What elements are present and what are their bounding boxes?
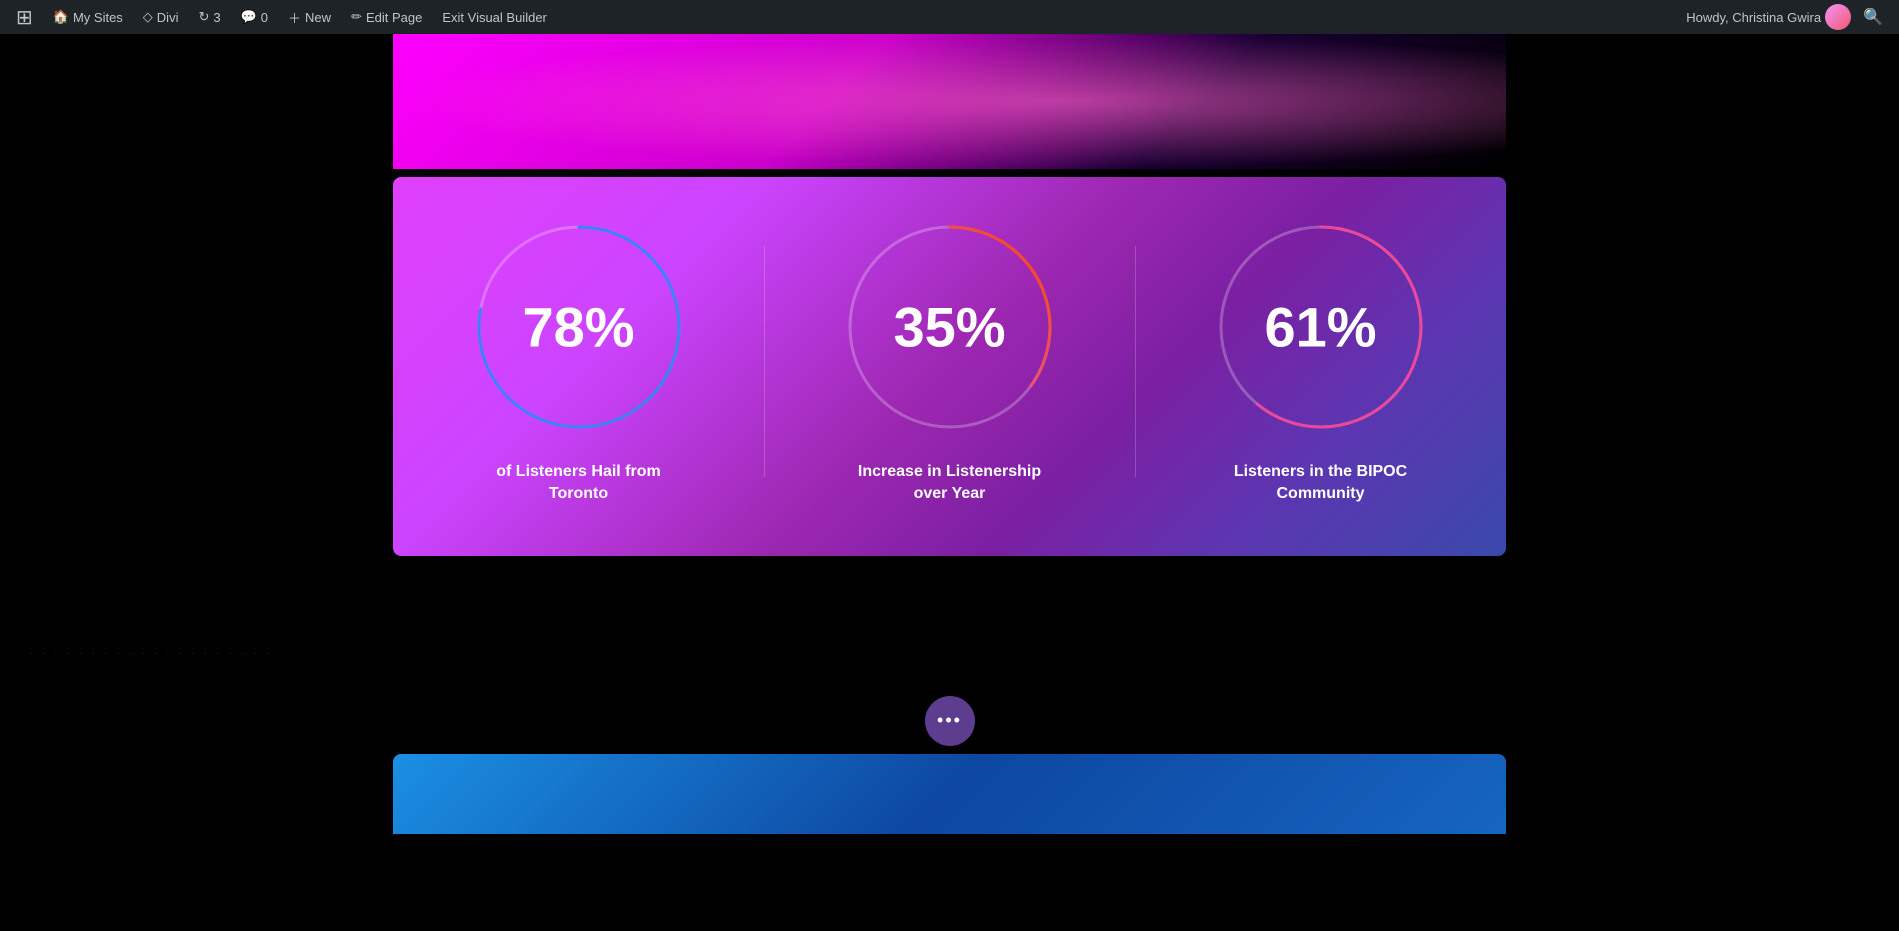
edit-page-label: Edit Page: [366, 10, 422, 25]
my-sites-icon: 🏠: [53, 9, 69, 25]
stat-item-listenership: 35% Increase in Listenership over Year: [764, 217, 1135, 506]
stat-label-bipoc: Listeners in the BIPOC Community: [1221, 461, 1421, 506]
dots-decoration: . . . . . . . . . . . . . . . . . . . .: [30, 647, 273, 656]
howdy-text: Howdy, Christina Gwira: [1686, 10, 1821, 25]
floating-dots-label: •••: [937, 710, 962, 731]
stat-label-toronto: of Listeners Hail from Toronto: [479, 461, 679, 506]
my-sites-label: My Sites: [73, 10, 123, 25]
stat-value-listenership: 35%: [893, 295, 1005, 360]
stat-item-toronto: 78% of Listeners Hail from Toronto: [393, 217, 764, 506]
circle-listenership: 35%: [840, 217, 1060, 437]
stats-section: 78% of Listeners Hail from Toronto: [393, 177, 1506, 556]
comments-link[interactable]: 💬 0: [233, 0, 276, 34]
updates-count: 3: [213, 10, 220, 25]
hero-image: [393, 34, 1506, 169]
admin-bar: ⊞ 🏠 My Sites ◇ Divi ↻ 3 💬 0 ＋ New ✏ Edit…: [0, 0, 1899, 34]
wordpress-logo-icon[interactable]: ⊞: [8, 5, 41, 30]
plus-icon: ＋: [288, 8, 301, 27]
stat-value-toronto: 78%: [522, 295, 634, 360]
floating-dots-container: •••: [0, 686, 1899, 756]
updates-icon: ↻: [198, 9, 209, 25]
bottom-section: [393, 754, 1506, 834]
new-label: New: [305, 10, 331, 25]
edit-icon: ✏: [351, 9, 362, 25]
divi-link[interactable]: ◇ Divi: [135, 0, 187, 34]
floating-dots-button[interactable]: •••: [925, 696, 975, 746]
divi-label: Divi: [157, 10, 179, 25]
circle-bipoc: 61%: [1211, 217, 1431, 437]
stat-item-bipoc: 61% Listeners in the BIPOC Community: [1135, 217, 1506, 506]
new-link[interactable]: ＋ New: [280, 0, 339, 34]
updates-link[interactable]: ↻ 3: [190, 0, 228, 34]
search-icon[interactable]: 🔍: [1855, 0, 1891, 34]
comments-icon: 💬: [241, 9, 257, 25]
my-sites-link[interactable]: 🏠 My Sites: [45, 0, 131, 34]
circle-toronto: 78%: [469, 217, 689, 437]
exit-visual-builder-link[interactable]: Exit Visual Builder: [434, 0, 555, 34]
comments-count: 0: [261, 10, 268, 25]
stat-label-listenership: Increase in Listenership over Year: [850, 461, 1050, 506]
stat-value-bipoc: 61%: [1264, 295, 1376, 360]
divi-icon: ◇: [143, 9, 153, 25]
exit-visual-builder-label: Exit Visual Builder: [442, 10, 547, 25]
page-content: 78% of Listeners Hail from Toronto: [0, 34, 1899, 834]
black-gap: . . . . . . . . . . . . . . . . . . . .: [0, 556, 1899, 686]
admin-bar-right: Howdy, Christina Gwira 🔍: [1686, 0, 1891, 34]
edit-page-link[interactable]: ✏ Edit Page: [343, 0, 430, 34]
avatar[interactable]: [1825, 4, 1851, 30]
